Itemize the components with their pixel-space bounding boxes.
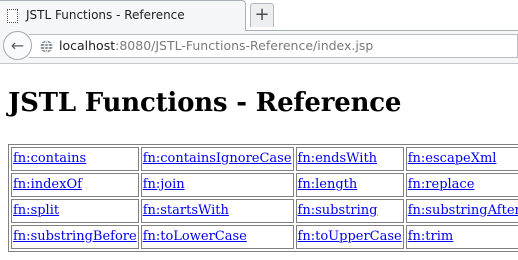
table-cell: fn:split: [11, 199, 139, 223]
functions-table: fn:contains fn:containsIgnoreCase fn:endsW…: [8, 144, 518, 252]
table-cell: fn:startsWith: [140, 199, 294, 223]
function-link[interactable]: fn:replace: [408, 177, 475, 192]
back-button[interactable]: ←: [3, 31, 32, 60]
functions-table-body: fn:contains fn:containsIgnoreCase fn:endsW…: [11, 147, 518, 249]
table-cell: fn:indexOf: [11, 173, 139, 197]
function-link[interactable]: fn:escapeXml: [408, 151, 497, 166]
function-link[interactable]: fn:startsWith: [143, 203, 229, 218]
navigation-toolbar: localhost:8080/JSTL-Functions-Reference/…: [0, 31, 518, 64]
table-cell: fn:replace: [405, 173, 518, 197]
browser-tab[interactable]: JSTL Functions - Reference: [0, 0, 246, 31]
url-text: localhost:8080/JSTL-Functions-Reference/…: [59, 38, 373, 53]
function-link[interactable]: fn:trim: [408, 229, 454, 244]
function-link[interactable]: fn:toLowerCase: [143, 229, 247, 244]
function-link[interactable]: fn:substringAfter: [408, 203, 518, 218]
table-row: fn:indexOf fn:join fn:length fn:replace: [11, 173, 518, 197]
function-link[interactable]: fn:contains: [13, 151, 86, 166]
table-row: fn:substringBefore fn:toLowerCase fn:toUpp…: [11, 225, 518, 249]
url-host: localhost: [59, 38, 116, 53]
table-cell: fn:join: [140, 173, 294, 197]
table-cell: fn:substringBefore: [11, 225, 139, 249]
function-link[interactable]: fn:substringBefore: [13, 229, 137, 244]
table-cell: fn:substringAfter: [405, 199, 518, 223]
table-row: fn:contains fn:containsIgnoreCase fn:endsW…: [11, 147, 518, 171]
function-link[interactable]: fn:substring: [298, 203, 378, 218]
address-bar[interactable]: localhost:8080/JSTL-Functions-Reference/…: [29, 34, 518, 58]
page-title: JSTL Functions - Reference: [8, 88, 402, 118]
back-arrow-icon: ←: [10, 36, 25, 55]
tab-title: JSTL Functions - Reference: [26, 8, 185, 22]
globe-icon: [40, 40, 53, 53]
blank-page-icon: [7, 9, 18, 23]
table-cell: fn:containsIgnoreCase: [140, 147, 294, 171]
table-cell: fn:substring: [295, 199, 404, 223]
table-cell: fn:contains: [11, 147, 139, 171]
function-link[interactable]: fn:split: [13, 203, 59, 218]
table-cell: fn:toUpperCase: [295, 225, 404, 249]
function-link[interactable]: fn:indexOf: [13, 177, 82, 192]
table-cell: fn:toLowerCase: [140, 225, 294, 249]
table-row: fn:split fn:startsWith fn:substring fn:subs…: [11, 199, 518, 223]
table-cell: fn:trim: [405, 225, 518, 249]
tab-strip: JSTL Functions - Reference +: [0, 0, 518, 31]
function-link[interactable]: fn:toUpperCase: [298, 229, 402, 244]
new-tab-button[interactable]: +: [250, 3, 274, 27]
table-cell: fn:escapeXml: [405, 147, 518, 171]
table-cell: fn:endsWith: [295, 147, 404, 171]
url-path: :8080/JSTL-Functions-Reference/index.jsp: [115, 38, 374, 53]
function-link[interactable]: fn:join: [143, 177, 185, 192]
table-cell: fn:length: [295, 173, 404, 197]
function-link[interactable]: fn:containsIgnoreCase: [143, 151, 292, 166]
function-link[interactable]: fn:length: [298, 177, 358, 192]
function-link[interactable]: fn:endsWith: [298, 151, 378, 166]
